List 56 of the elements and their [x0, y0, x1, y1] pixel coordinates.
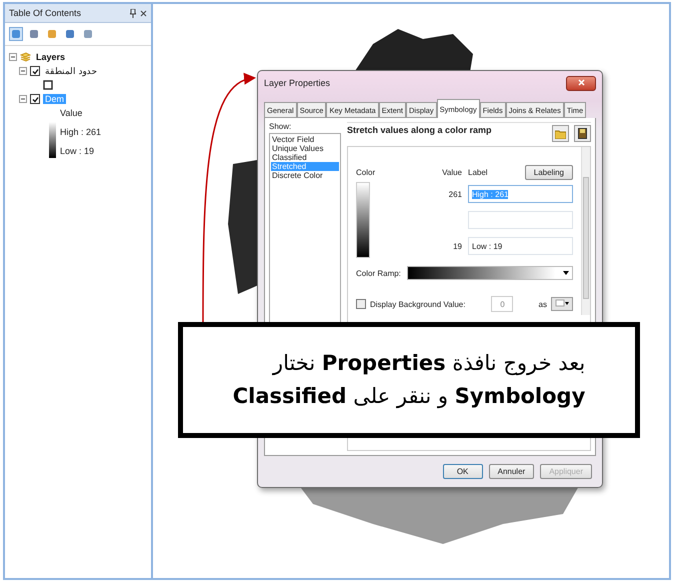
scrollbar[interactable] [581, 147, 590, 315]
minus-icon [20, 96, 26, 102]
label-field[interactable]: Low : 19 [468, 237, 573, 255]
checkbox[interactable] [356, 299, 366, 309]
color-ramp-label: Color Ramp: [356, 268, 401, 278]
dialog-button[interactable]: OK [442, 464, 483, 479]
value-cell-text: 261 [448, 190, 462, 198]
color-ramp-dropdown[interactable] [406, 266, 573, 280]
polygon-symbol-icon [43, 80, 53, 90]
panel-title: Table Of Contents [9, 8, 82, 18]
open-button[interactable] [552, 125, 569, 142]
pin-icon[interactable] [130, 8, 136, 18]
color-gradient-swatch[interactable] [356, 182, 370, 258]
column-header: Label [468, 168, 488, 177]
toolbar-button[interactable] [27, 27, 41, 41]
legend-title: Value [60, 108, 84, 118]
legend-low: Low : 19 [60, 146, 96, 156]
legend-high: High : 261 [60, 127, 102, 137]
dialog-title: Layer Properties [264, 78, 330, 88]
list-item[interactable]: Discrete Color [271, 171, 339, 180]
list-item[interactable]: Vector Field [271, 135, 339, 144]
as-label: as [538, 300, 547, 308]
section-heading: Stretch values along a color ramp [347, 125, 492, 135]
collapse-toggle[interactable] [9, 53, 17, 61]
collapse-toggle[interactable] [19, 67, 27, 75]
toolbar-button[interactable] [9, 27, 23, 41]
value-cell-text: 19 [452, 242, 462, 250]
list-item[interactable]: Unique Values [271, 144, 339, 153]
dialog-button[interactable]: Annuler [488, 464, 534, 479]
close-icon [578, 79, 584, 86]
close-button[interactable] [566, 76, 596, 90]
tree-item[interactable]: Layers [34, 52, 68, 62]
close-icon[interactable] [140, 10, 147, 16]
labeling-button[interactable]: Labeling [524, 165, 573, 180]
list-item[interactable]: Classified [271, 153, 339, 162]
toolbar-button[interactable] [81, 27, 95, 41]
checkbox-label: Display Background Value: [370, 300, 466, 308]
save-button[interactable] [574, 125, 591, 142]
column-header: Value [441, 168, 462, 177]
collapse-toggle[interactable] [19, 95, 27, 103]
show-label: Show: [269, 122, 292, 131]
layer-checkbox[interactable] [30, 66, 40, 76]
toolbar-button[interactable] [63, 27, 77, 41]
folder-icon [555, 128, 566, 138]
layers-stack-icon [20, 52, 31, 62]
layer-name[interactable]: حدود المنطقة [43, 66, 100, 76]
dropdown-caret-icon [563, 271, 569, 275]
minus-icon [20, 68, 26, 74]
color-swatch-icon [555, 299, 569, 307]
minus-icon [10, 54, 16, 60]
label-field[interactable] [468, 211, 573, 229]
background-value-field[interactable]: 0 [491, 296, 514, 312]
color-picker[interactable] [551, 297, 573, 311]
gradient-ramp [49, 122, 56, 158]
layer-checkbox[interactable] [30, 94, 40, 104]
column-header: Color [356, 168, 376, 177]
